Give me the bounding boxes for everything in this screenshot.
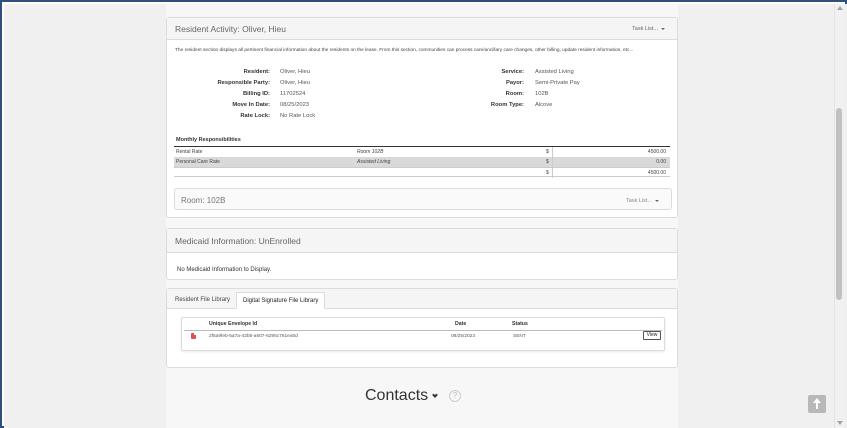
- field-value-billing-id: 11702524: [280, 91, 306, 97]
- medicaid-title: Medicaid Information: UnEnrolled: [175, 236, 301, 246]
- table-header-divider: [184, 330, 662, 331]
- envelope-id: 2f5a9feb-5a7a-42b5-a607-6295c761ea0d: [209, 334, 298, 339]
- monthly-row-currency: $: [546, 159, 549, 165]
- field-label-resident: Resident:: [243, 69, 270, 75]
- monthly-row: Rental Rate Room 102B $ 4500.00: [174, 147, 670, 157]
- medicaid-panel: Medicaid Information: UnEnrolled No Medi…: [166, 228, 678, 280]
- field-label-room: Room:: [505, 91, 524, 97]
- field-value-move-in-date: 08/25/2023: [280, 102, 310, 108]
- contacts-label: Contacts: [365, 387, 429, 404]
- room-panel-title: Room: 102B: [181, 196, 226, 205]
- monthly-row-name: Rental Rate: [176, 149, 203, 155]
- monthly-row-currency: $: [546, 149, 549, 155]
- view-button[interactable]: View: [643, 331, 661, 340]
- caret-down-icon: [655, 199, 659, 202]
- scroll-up-icon[interactable]: [837, 6, 843, 10]
- scroll-down-icon[interactable]: [837, 421, 843, 425]
- field-label-service: Service:: [501, 69, 524, 75]
- task-list-dropdown[interactable]: Task List...: [632, 26, 665, 32]
- tab-digital-signature-file-library[interactable]: Digital Signature File Library: [236, 292, 326, 309]
- column-divider: [552, 147, 553, 157]
- file-library-tabs: Resident File Library Digital Signature …: [167, 289, 677, 309]
- chevron-down-icon: [432, 392, 438, 398]
- field-value-room-type: Alcove: [535, 102, 553, 108]
- monthly-row-detail: Room 102B: [357, 149, 384, 155]
- monthly-responsibilities-title: Monthly Responsibilities: [176, 137, 241, 143]
- resident-activity-panel: Resident Activity: Oliver, Hieu Task Lis…: [166, 17, 678, 218]
- resident-values-left: Oliver, Hieu Oliver, Hieu 11702524 08/25…: [280, 69, 400, 129]
- monthly-total-row: $ 4500.00: [174, 167, 670, 178]
- task-list-label: Task List...: [632, 26, 658, 32]
- column-divider: [552, 168, 553, 178]
- monthly-row-name: Personal Care Rate: [176, 159, 220, 165]
- page-scrollbar[interactable]: [834, 4, 843, 428]
- task-list-label: Task List...: [626, 198, 652, 204]
- monthly-row-detail: Assisted Living: [357, 159, 391, 165]
- field-value-responsible-party: Oliver, Hieu: [280, 80, 310, 86]
- field-value-room: 102B: [535, 91, 549, 97]
- field-value-resident: Oliver, Hieu: [280, 69, 310, 75]
- field-label-rate-lock: Rate Lock:: [240, 113, 270, 119]
- column-header-date: Date: [455, 321, 467, 327]
- envelope-date: 08/25/2023: [451, 334, 476, 339]
- resident-fields-left: Resident: Responsible Party: Billing ID:…: [167, 69, 270, 129]
- envelope-table: Unique Envelope Id Date Status 2f5a9feb-…: [181, 317, 665, 351]
- monthly-row: Personal Care Rate Assisted Living $ 0.0…: [174, 157, 670, 167]
- monthly-row-amount: 0.00: [656, 159, 666, 165]
- medicaid-message: No Medicaid Information to Display.: [177, 267, 272, 273]
- scrollbar-thumb[interactable]: [836, 108, 842, 300]
- room-panel: Room: 102B Task List...: [174, 188, 672, 210]
- monthly-total-amount: 4500.00: [647, 170, 666, 176]
- contacts-toggle[interactable]: Contacts: [365, 387, 438, 405]
- monthly-row-currency: $: [546, 170, 549, 176]
- field-value-rate-lock: No Rate Lock: [280, 113, 316, 119]
- envelope-status: SENT: [513, 334, 526, 339]
- resident-fields-right: Service: Payor: Room: Room Type:: [467, 69, 524, 119]
- scroll-to-top-button[interactable]: [808, 395, 826, 413]
- screenshot-frame: Resident Activity: Oliver, Hieu Task Lis…: [0, 0, 847, 428]
- field-value-payor: Semi-Private Pay: [535, 80, 580, 86]
- resident-activity-header: Resident Activity: Oliver, Hieu Task Lis…: [167, 18, 677, 40]
- resident-activity-title: Resident Activity: Oliver, Hieu: [175, 24, 287, 34]
- field-label-payor: Payor:: [505, 80, 524, 86]
- medicaid-header: Medicaid Information: UnEnrolled: [167, 229, 677, 253]
- field-value-service: Assisted Living: [535, 69, 574, 75]
- content-column: Resident Activity: Oliver, Hieu Task Lis…: [166, 4, 678, 428]
- field-label-responsible-party: Responsible Party:: [217, 80, 270, 86]
- column-divider: [552, 157, 553, 167]
- column-header-status: Status: [512, 321, 528, 327]
- column-header-envelope: Unique Envelope Id: [209, 321, 258, 327]
- help-icon[interactable]: ?: [449, 390, 461, 402]
- monthly-row-amount: 4500.00: [647, 149, 666, 155]
- file-library-panel: Resident File Library Digital Signature …: [166, 288, 678, 368]
- pdf-icon[interactable]: [191, 333, 196, 339]
- resident-values-right: Assisted Living Semi-Private Pay 102B Al…: [535, 69, 655, 119]
- tab-resident-file-library[interactable]: Resident File Library: [169, 292, 236, 309]
- room-task-list-dropdown[interactable]: Task List...: [626, 198, 659, 204]
- field-label-move-in-date: Move In Date:: [232, 102, 270, 108]
- resident-description: The resident section displays all pertin…: [175, 48, 634, 53]
- arrow-up-stem: [816, 403, 818, 409]
- field-label-room-type: Room Type:: [490, 102, 524, 108]
- field-label-billing-id: Billing ID:: [242, 91, 270, 97]
- caret-down-icon: [661, 27, 665, 30]
